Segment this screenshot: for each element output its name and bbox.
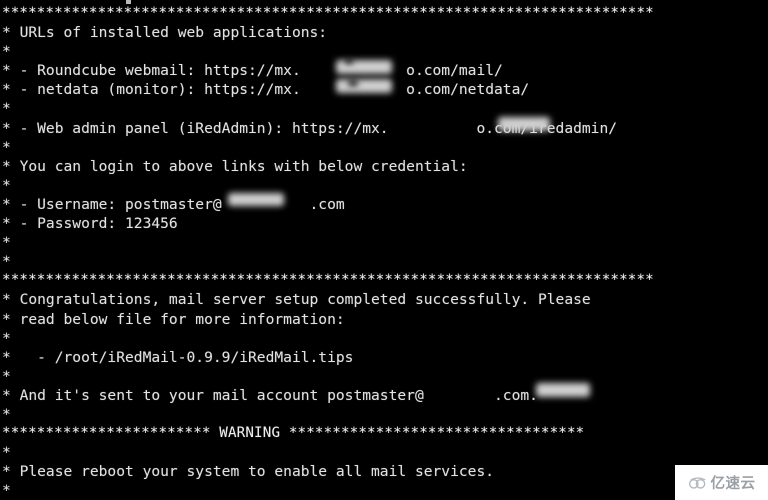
terminal-line: ****************************************… xyxy=(2,272,654,289)
terminal-line: * Please reboot your system to enable al… xyxy=(2,463,495,481)
terminal-line: * You can login to above links with belo… xyxy=(2,157,468,175)
terminal-line: * xyxy=(2,100,11,118)
terminal-line: * xyxy=(2,405,11,423)
terminal-line: * read below file for more information: xyxy=(2,310,345,328)
terminal-line: * - netdata (monitor): https://mx. o.com… xyxy=(2,81,530,99)
terminal-line: * xyxy=(2,367,11,385)
watermark: 亿速云 xyxy=(675,465,768,500)
terminal-line: * xyxy=(2,482,11,500)
terminal-line: * xyxy=(2,138,11,156)
terminal-line-warning: ************************ WARNING *******… xyxy=(2,425,585,442)
terminal-line: * Congratulations, mail server setup com… xyxy=(2,291,591,309)
terminal-line: * - Web admin panel (iRedAdmin): https:/… xyxy=(2,119,618,137)
cloud-icon xyxy=(688,476,708,490)
terminal-screenshot: ****************************************… xyxy=(0,0,768,500)
terminal-line: * And it's sent to your mail account pos… xyxy=(2,386,538,404)
terminal-output: ****************************************… xyxy=(0,0,768,500)
terminal-line: * xyxy=(2,176,11,194)
terminal-line: * - Password: 123456 xyxy=(2,215,178,233)
terminal-line: * URLs of installed web applications: xyxy=(2,24,328,42)
terminal-line: * - Username: postmaster@ .com xyxy=(2,195,345,213)
terminal-line: * xyxy=(2,234,11,252)
watermark-text: 亿速云 xyxy=(710,476,756,492)
terminal-line: * xyxy=(2,43,11,61)
terminal-line: * - /root/iRedMail-0.9.9/iRedMail.tips xyxy=(2,348,354,366)
terminal-line: * - Roundcube webmail: https://mx. o.com… xyxy=(2,62,503,80)
terminal-line: * xyxy=(2,444,11,462)
terminal-line: ****************************************… xyxy=(2,5,654,21)
terminal-line: * xyxy=(2,329,11,347)
terminal-line: * xyxy=(2,253,11,271)
